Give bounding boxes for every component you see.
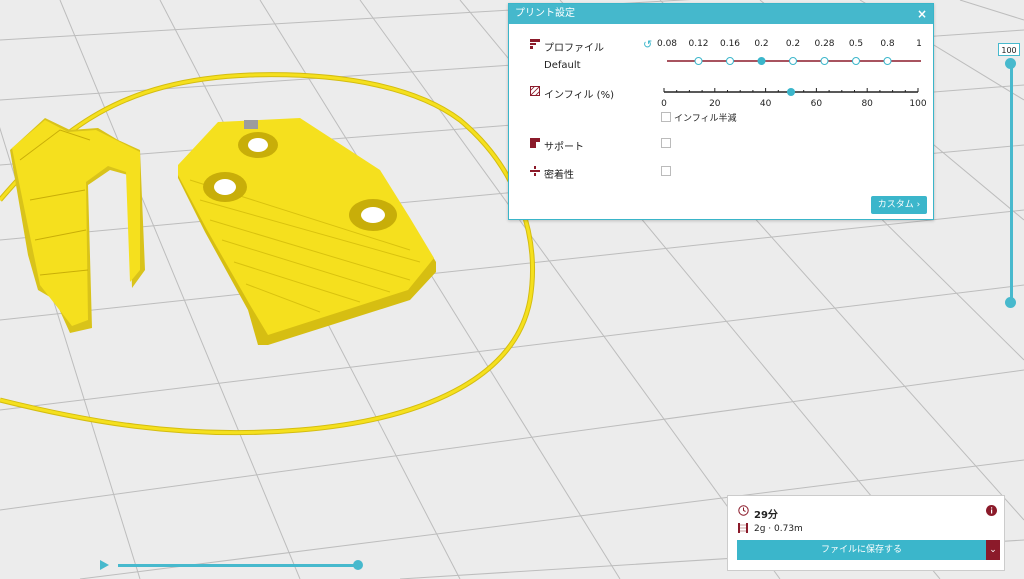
profile-tick-label: 0.12 [688,39,709,49]
clock-icon [738,505,749,516]
profile-tick-label: 1 [916,39,922,49]
infill-icon [530,86,540,96]
profile-tick-label: 0.28 [814,39,835,49]
material-usage: 2g · 0.73m [754,524,803,534]
profile-tick-label: 0.5 [848,39,864,49]
profile-tick-label: 0.2 [754,39,769,49]
infill-tick-label: 0 [661,99,667,109]
layer-slider-track[interactable] [1010,62,1013,304]
save-to-file-button[interactable]: ファイルに保存する [737,540,986,560]
profile-step-mark[interactable] [820,57,829,65]
profile-label: プロファイル [544,43,604,54]
infill-tick-label: 60 [810,99,823,109]
custom-button-label: カスタム [877,200,914,210]
profile-value: Default [544,60,581,71]
simulation-slider-handle[interactable] [353,560,363,570]
profile-step-mark[interactable] [852,57,860,65]
print-time: 29分 [754,510,778,521]
layer-slider-top-handle[interactable] [1005,58,1016,69]
gradual-infill-label: インフィル半減 [674,114,737,124]
reset-icon[interactable]: ↺ [643,38,652,51]
infill-tick-label: 80 [861,99,873,109]
simulation-slider-track[interactable] [118,564,358,567]
panel-titlebar: プリント設定 × [509,4,933,24]
job-info-panel: 29分 2g · 0.73m ファイルに保存する ⌄ [727,495,1005,571]
infill-tick-label: 20 [709,99,721,109]
chevron-right-icon: › [916,200,921,210]
profile-tick-label: 0.08 [656,39,678,49]
custom-button[interactable]: カスタム › [871,196,927,214]
profile-step-mark[interactable] [694,57,703,65]
profile-step-mark[interactable] [883,57,892,65]
profile-step-mark[interactable] [789,57,797,65]
close-icon[interactable]: × [917,4,927,24]
infill-label: インフィル (%) [544,90,614,101]
infill-slider[interactable] [659,84,929,100]
play-icon[interactable] [100,560,109,570]
infill-tick-label: 40 [759,99,772,109]
profile-tick-label: 0.16 [719,39,741,49]
layer-value-box[interactable]: 100 [998,43,1020,56]
gradual-infill-checkbox[interactable] [661,112,671,122]
infill-handle[interactable] [787,88,795,96]
profile-slider[interactable] [659,54,929,68]
profile-step-mark[interactable] [726,57,734,65]
spool-icon [738,523,748,533]
chevron-down-icon[interactable]: ⌄ [986,540,1000,560]
info-icon[interactable] [986,505,997,516]
adhesion-label: 密着性 [544,170,574,181]
panel-title: プリント設定 [515,8,575,19]
adhesion-icon [530,166,540,176]
support-checkbox[interactable] [661,138,671,148]
support-label: サポート [544,142,584,153]
print-settings-panel: プリント設定 × プロファイル Default ↺ 0.08 0.12 0.16 0.… [508,3,934,220]
profile-tick-label: 0.8 [880,39,895,49]
adhesion-checkbox[interactable] [661,166,671,176]
support-icon [530,138,540,148]
layer-slider-bottom-handle[interactable] [1005,297,1016,308]
profile-selected-handle[interactable] [757,57,766,65]
infill-tick-label: 100 [909,99,927,109]
profile-tick-label: 0.2 [785,39,801,49]
profile-icon [530,39,540,49]
